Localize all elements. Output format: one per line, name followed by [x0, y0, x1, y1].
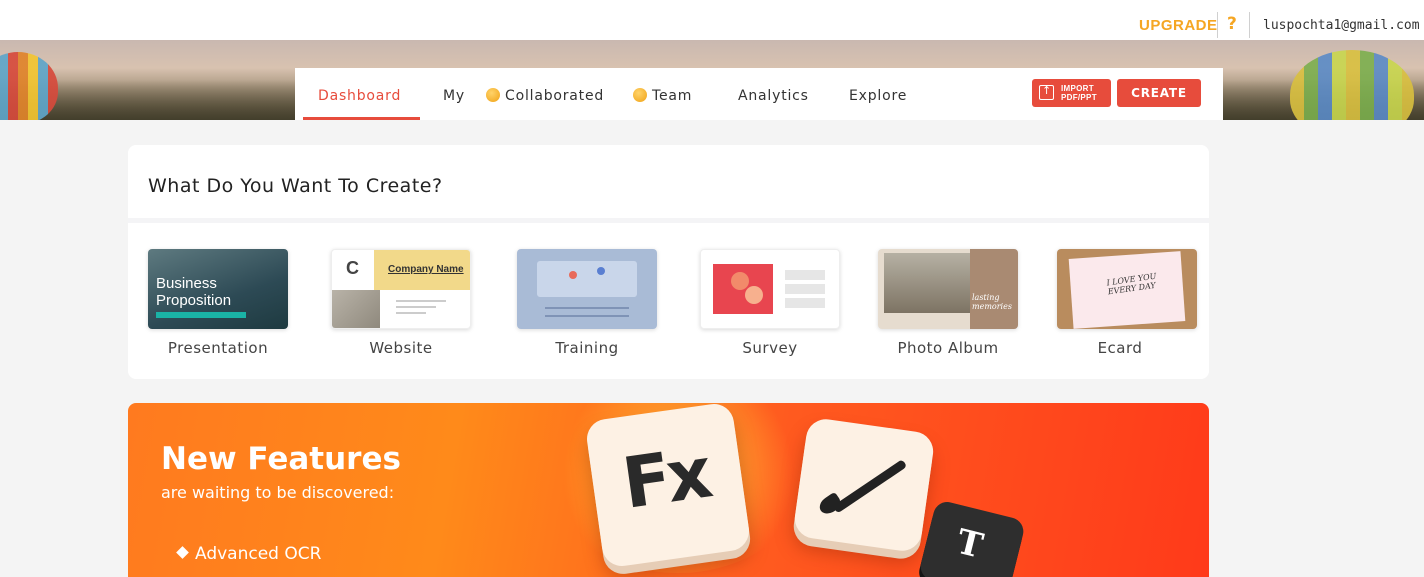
fx-key-label: Fx: [617, 431, 714, 525]
thumbnail-line: [545, 315, 629, 317]
brush-handle: [832, 459, 908, 514]
thumbnail-figure: [569, 271, 577, 279]
create-panel: What Do You Want To Create? Business Pro…: [128, 145, 1209, 379]
tab-explore[interactable]: Explore: [849, 88, 907, 104]
thumbnail-line: [396, 312, 426, 314]
user-account-menu[interactable]: luspochta1@gmail.com: [1263, 18, 1424, 33]
active-tab-indicator: [303, 117, 420, 120]
create-button[interactable]: CREATE: [1117, 79, 1201, 107]
divider: [128, 218, 1209, 223]
hot-air-balloon-image: [0, 52, 58, 120]
template-label: Ecard: [1097, 339, 1143, 357]
thumbnail-line: [545, 307, 629, 309]
features-title: New Features: [161, 441, 401, 477]
thumbnail-text: Business Proposition: [156, 275, 232, 309]
thumbnail-figure: [597, 267, 605, 275]
thumbnail-photo: [884, 253, 970, 313]
upload-icon: [1039, 84, 1054, 100]
divider: [1217, 12, 1218, 38]
tab-team[interactable]: Team: [633, 88, 692, 104]
text-ocr-key-icon: T: [917, 499, 1027, 577]
thumbnail-panel: [537, 261, 637, 297]
feature-list-item-label: Advanced OCR: [195, 544, 322, 564]
template-presentation[interactable]: Business Proposition: [148, 249, 288, 329]
hot-air-balloon-image: [1290, 50, 1414, 120]
coin-icon: [486, 88, 500, 102]
thumbnail-text: Company Name: [388, 264, 464, 275]
tab-analytics[interactable]: Analytics: [738, 88, 809, 104]
thumbnail-line: [396, 300, 446, 302]
new-features-banner[interactable]: New Features are waiting to be discovere…: [128, 403, 1209, 577]
brush-tip: [816, 491, 844, 518]
main-nav: Dashboard My Collaborated Team Analytics…: [295, 68, 1223, 120]
template-ecard[interactable]: I LOVE YOU EVERY DAY: [1057, 249, 1197, 329]
top-bar: UPGRADE ? luspochta1@gmail.com: [0, 0, 1424, 40]
template-label: Website: [369, 339, 433, 357]
thumbnail-side: [970, 249, 1018, 329]
template-website[interactable]: C Company Name: [331, 249, 471, 329]
diamond-bullet-icon: [176, 546, 189, 559]
t-key-label: T: [952, 521, 987, 567]
template-label: Presentation: [167, 339, 269, 357]
thumbnail-ball: [731, 272, 749, 290]
upgrade-link[interactable]: UPGRADE: [1139, 17, 1218, 34]
template-label: Survey: [742, 339, 798, 357]
divider: [1249, 12, 1250, 38]
tab-collaborated-label: Collaborated: [505, 88, 605, 104]
help-icon[interactable]: ?: [1227, 14, 1237, 34]
section-title: What Do You Want To Create?: [148, 175, 443, 197]
coin-icon: [633, 88, 647, 102]
import-button-label: IMPORT PDF/PPT: [1061, 84, 1097, 102]
thumbnail-image: [332, 290, 380, 328]
features-subtitle: are waiting to be discovered:: [161, 483, 395, 502]
thumbnail-text: lasting memories: [972, 293, 1012, 311]
template-survey[interactable]: [700, 249, 840, 329]
tab-my[interactable]: My: [443, 88, 465, 104]
tab-dashboard[interactable]: Dashboard: [318, 88, 401, 104]
template-training[interactable]: [517, 249, 657, 329]
thumbnail-option: [785, 298, 825, 308]
feature-list-item: Advanced OCR: [176, 544, 322, 564]
tab-team-label: Team: [652, 88, 693, 104]
thumbnail-logo: C: [346, 258, 359, 278]
template-photo-album[interactable]: lasting memories: [878, 249, 1018, 329]
thumbnail-strip: [156, 312, 246, 318]
fx-key-icon: Fx: [584, 403, 752, 569]
thumbnail-ball: [745, 286, 763, 304]
template-label: Training: [555, 339, 619, 357]
thumbnail-line: [396, 306, 436, 308]
thumbnail-option: [785, 270, 825, 280]
thumbnail-option: [785, 284, 825, 294]
template-label: Photo Album: [897, 339, 999, 357]
tab-collaborated[interactable]: Collaborated: [486, 88, 604, 104]
import-pdf-ppt-button[interactable]: IMPORT PDF/PPT: [1032, 79, 1111, 107]
paintbrush-key-icon: [792, 416, 936, 554]
